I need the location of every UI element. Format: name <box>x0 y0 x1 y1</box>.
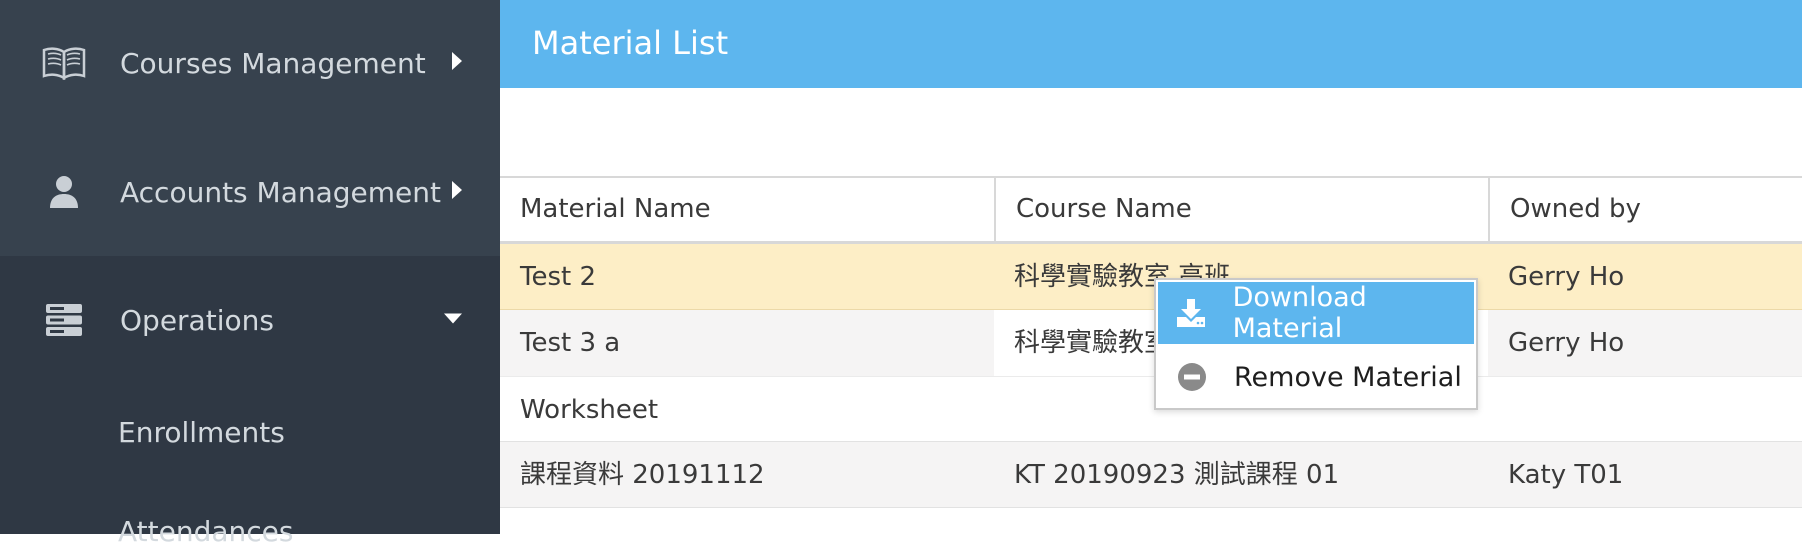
cell-owned-by <box>1488 377 1802 443</box>
cell-owned-by: Katy T01 <box>1508 460 1624 490</box>
cell-material-name: Worksheet <box>520 395 659 425</box>
table-row[interactable]: Worksheet <box>500 376 1802 442</box>
caret-down-icon <box>442 311 464 330</box>
context-menu: Download Material Remove Material <box>1154 278 1478 410</box>
table-header: Material Name Course Name Owned by <box>500 176 1802 244</box>
minus-circle-icon <box>1176 361 1208 393</box>
table-row[interactable]: Test 2 科學實驗教室 高班 Gerry Ho <box>500 244 1802 310</box>
sidebar-subitem-attendances[interactable]: Attendances <box>118 515 293 548</box>
sidebar: Courses Management Accounts Management O… <box>0 0 500 548</box>
main-content: Material List Material Name Course Name … <box>500 0 1802 534</box>
caret-right-icon <box>450 179 464 205</box>
user-icon <box>38 166 90 218</box>
cell-material-name: Test 3 a <box>520 328 621 358</box>
sidebar-item-label: Accounts Management <box>120 175 441 209</box>
column-header-course-name[interactable]: Course Name <box>994 178 1488 241</box>
sidebar-item-accounts-management[interactable]: Accounts Management <box>0 147 500 237</box>
server-icon <box>38 294 90 346</box>
page-header: Material List <box>500 0 1802 88</box>
download-icon <box>1176 297 1207 329</box>
sidebar-item-label: Operations <box>120 303 274 337</box>
download-material-menu-item[interactable]: Download Material <box>1158 282 1474 344</box>
cell-owned-by: Gerry Ho <box>1508 262 1625 292</box>
cell-material-name: Test 2 <box>520 262 597 292</box>
column-header-owned-by[interactable]: Owned by <box>1488 178 1802 241</box>
page-title: Material List <box>532 24 729 62</box>
book-icon <box>38 37 90 89</box>
caret-right-icon <box>450 50 464 76</box>
table-row[interactable]: Test 3 a 科學實驗教室 Gerry Ho <box>500 310 1802 376</box>
remove-material-menu-item[interactable]: Remove Material <box>1158 346 1474 408</box>
column-header-material-name[interactable]: Material Name <box>500 178 994 241</box>
sidebar-subitem-enrollments[interactable]: Enrollments <box>118 416 285 449</box>
sidebar-item-operations[interactable]: Operations <box>0 275 500 365</box>
cell-course-name: KT 20190923 測試課程 01 <box>1014 460 1340 490</box>
sidebar-item-courses-management[interactable]: Courses Management <box>0 18 500 108</box>
table-row[interactable]: 課程資料 20191112 KT 20190923 測試課程 01 Katy T… <box>500 442 1802 508</box>
cell-owned-by: Gerry Ho <box>1508 328 1625 358</box>
cell-material-name: 課程資料 20191112 <box>520 460 765 490</box>
sidebar-item-label: Courses Management <box>120 46 426 80</box>
menu-item-label: Remove Material <box>1234 361 1462 393</box>
menu-item-label: Download Material <box>1232 282 1367 344</box>
